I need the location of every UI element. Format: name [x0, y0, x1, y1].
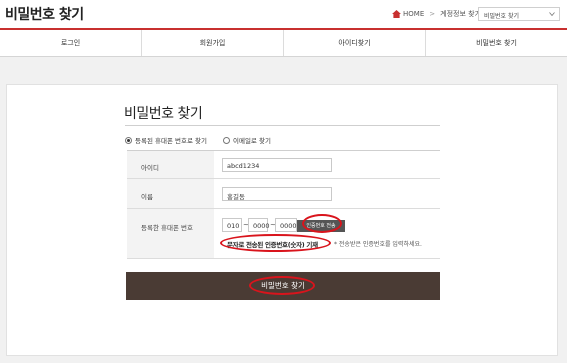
phone-input-3[interactable]: 0000: [275, 218, 297, 232]
phone-input-1[interactable]: 010: [222, 218, 242, 232]
code-hint: * 전송받은 인증번호를 입력하세요.: [334, 241, 422, 248]
nav-signup[interactable]: 회원가입: [142, 30, 284, 56]
id-label: 아이디: [141, 164, 159, 172]
radio-email-label[interactable]: 이메일로 찾기: [233, 135, 271, 145]
phone-label: 등록한 휴대폰 번호: [141, 224, 193, 232]
radio-phone[interactable]: [125, 136, 132, 144]
nav-find-password[interactable]: 비밀번호 찾기: [426, 30, 567, 56]
phone-input-2[interactable]: 0000: [248, 218, 270, 232]
name-input[interactable]: 홍길동: [222, 187, 332, 201]
highlight-circle-send: [302, 214, 342, 233]
chevron-down-icon: [549, 12, 555, 17]
top-header: 비밀번호 찾기 HOME > 계정정보 찾기 > 비밀번호 찾기: [0, 0, 567, 28]
method-radio-group: 등록된 휴대폰 번호로 찾기 이메일로 찾기: [125, 135, 287, 145]
name-label: 이름: [141, 193, 153, 201]
breadcrumb-home[interactable]: HOME: [403, 10, 424, 18]
nav-find-id[interactable]: 아이디찾기: [284, 30, 426, 56]
radio-phone-label[interactable]: 등록된 휴대폰 번호로 찾기: [135, 135, 207, 145]
highlight-circle-submit: [249, 276, 315, 295]
home-icon[interactable]: [392, 10, 401, 18]
form-title: 비밀번호 찾기: [124, 106, 203, 122]
breadcrumb-select[interactable]: 비밀번호 찾기: [478, 7, 560, 21]
phone-label-cell: 등록한 휴대폰 번호: [127, 209, 214, 258]
main-nav: 로그인 회원가입 아이디찾기 비밀번호 찾기: [0, 30, 567, 57]
breadcrumb-section[interactable]: 계정정보 찾기: [440, 9, 481, 19]
radio-email[interactable]: [222, 136, 230, 144]
name-label-cell: 이름: [127, 179, 214, 208]
highlight-circle-code: [220, 234, 331, 252]
chevron-right-icon: >: [429, 10, 436, 18]
nav-login[interactable]: 로그인: [0, 30, 142, 56]
breadcrumb-select-value: 비밀번호 찾기: [484, 13, 520, 20]
page-title: 비밀번호 찾기: [5, 7, 84, 23]
title-divider: [125, 125, 440, 126]
id-input[interactable]: abcd1234: [222, 158, 332, 172]
id-label-cell: 아이디: [127, 151, 214, 178]
